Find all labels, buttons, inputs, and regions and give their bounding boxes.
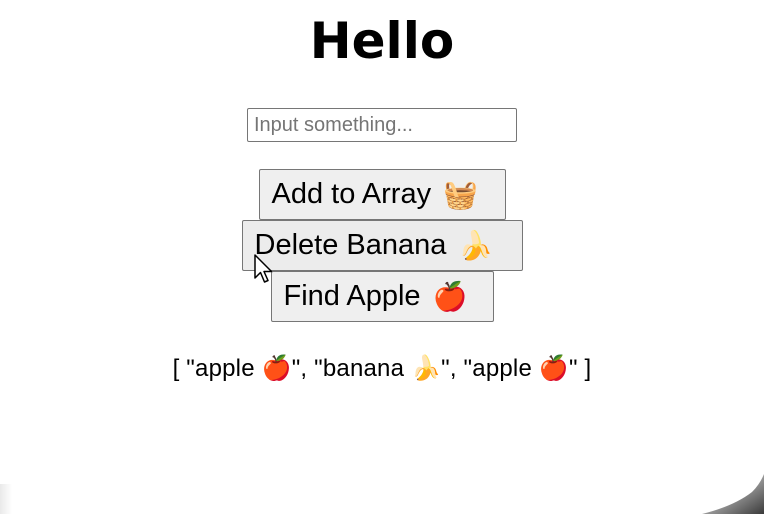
find-apple-button[interactable]: Find Apple 🍎: [270, 271, 494, 322]
add-to-array-button[interactable]: Add to Array 🧺: [258, 169, 506, 220]
delete-banana-button[interactable]: Delete Banana 🍌: [241, 220, 523, 271]
array-output: [ "apple 🍎", "banana 🍌", "apple 🍎" ]: [172, 355, 592, 382]
button-group: Add to Array 🧺 Delete Banana 🍌 Find Appl…: [0, 169, 764, 322]
delete-button-label: Delete Banana: [254, 229, 447, 261]
apple-icon: 🍎: [432, 280, 468, 312]
app-root: Hello Add to Array 🧺 Delete Banana 🍌 Fin…: [0, 0, 764, 514]
text-input[interactable]: [247, 108, 517, 142]
page-title: Hello: [309, 12, 455, 70]
find-button-label: Find Apple: [283, 280, 421, 312]
left-edge-shadow: [0, 484, 12, 514]
basket-icon: 🧺: [443, 178, 478, 210]
mouse-cursor-icon: [254, 254, 273, 283]
banana-icon: 🍌: [458, 229, 494, 261]
page-curl-decoration: [702, 474, 764, 514]
input-row: [0, 108, 764, 142]
add-button-label: Add to Array: [271, 178, 432, 210]
